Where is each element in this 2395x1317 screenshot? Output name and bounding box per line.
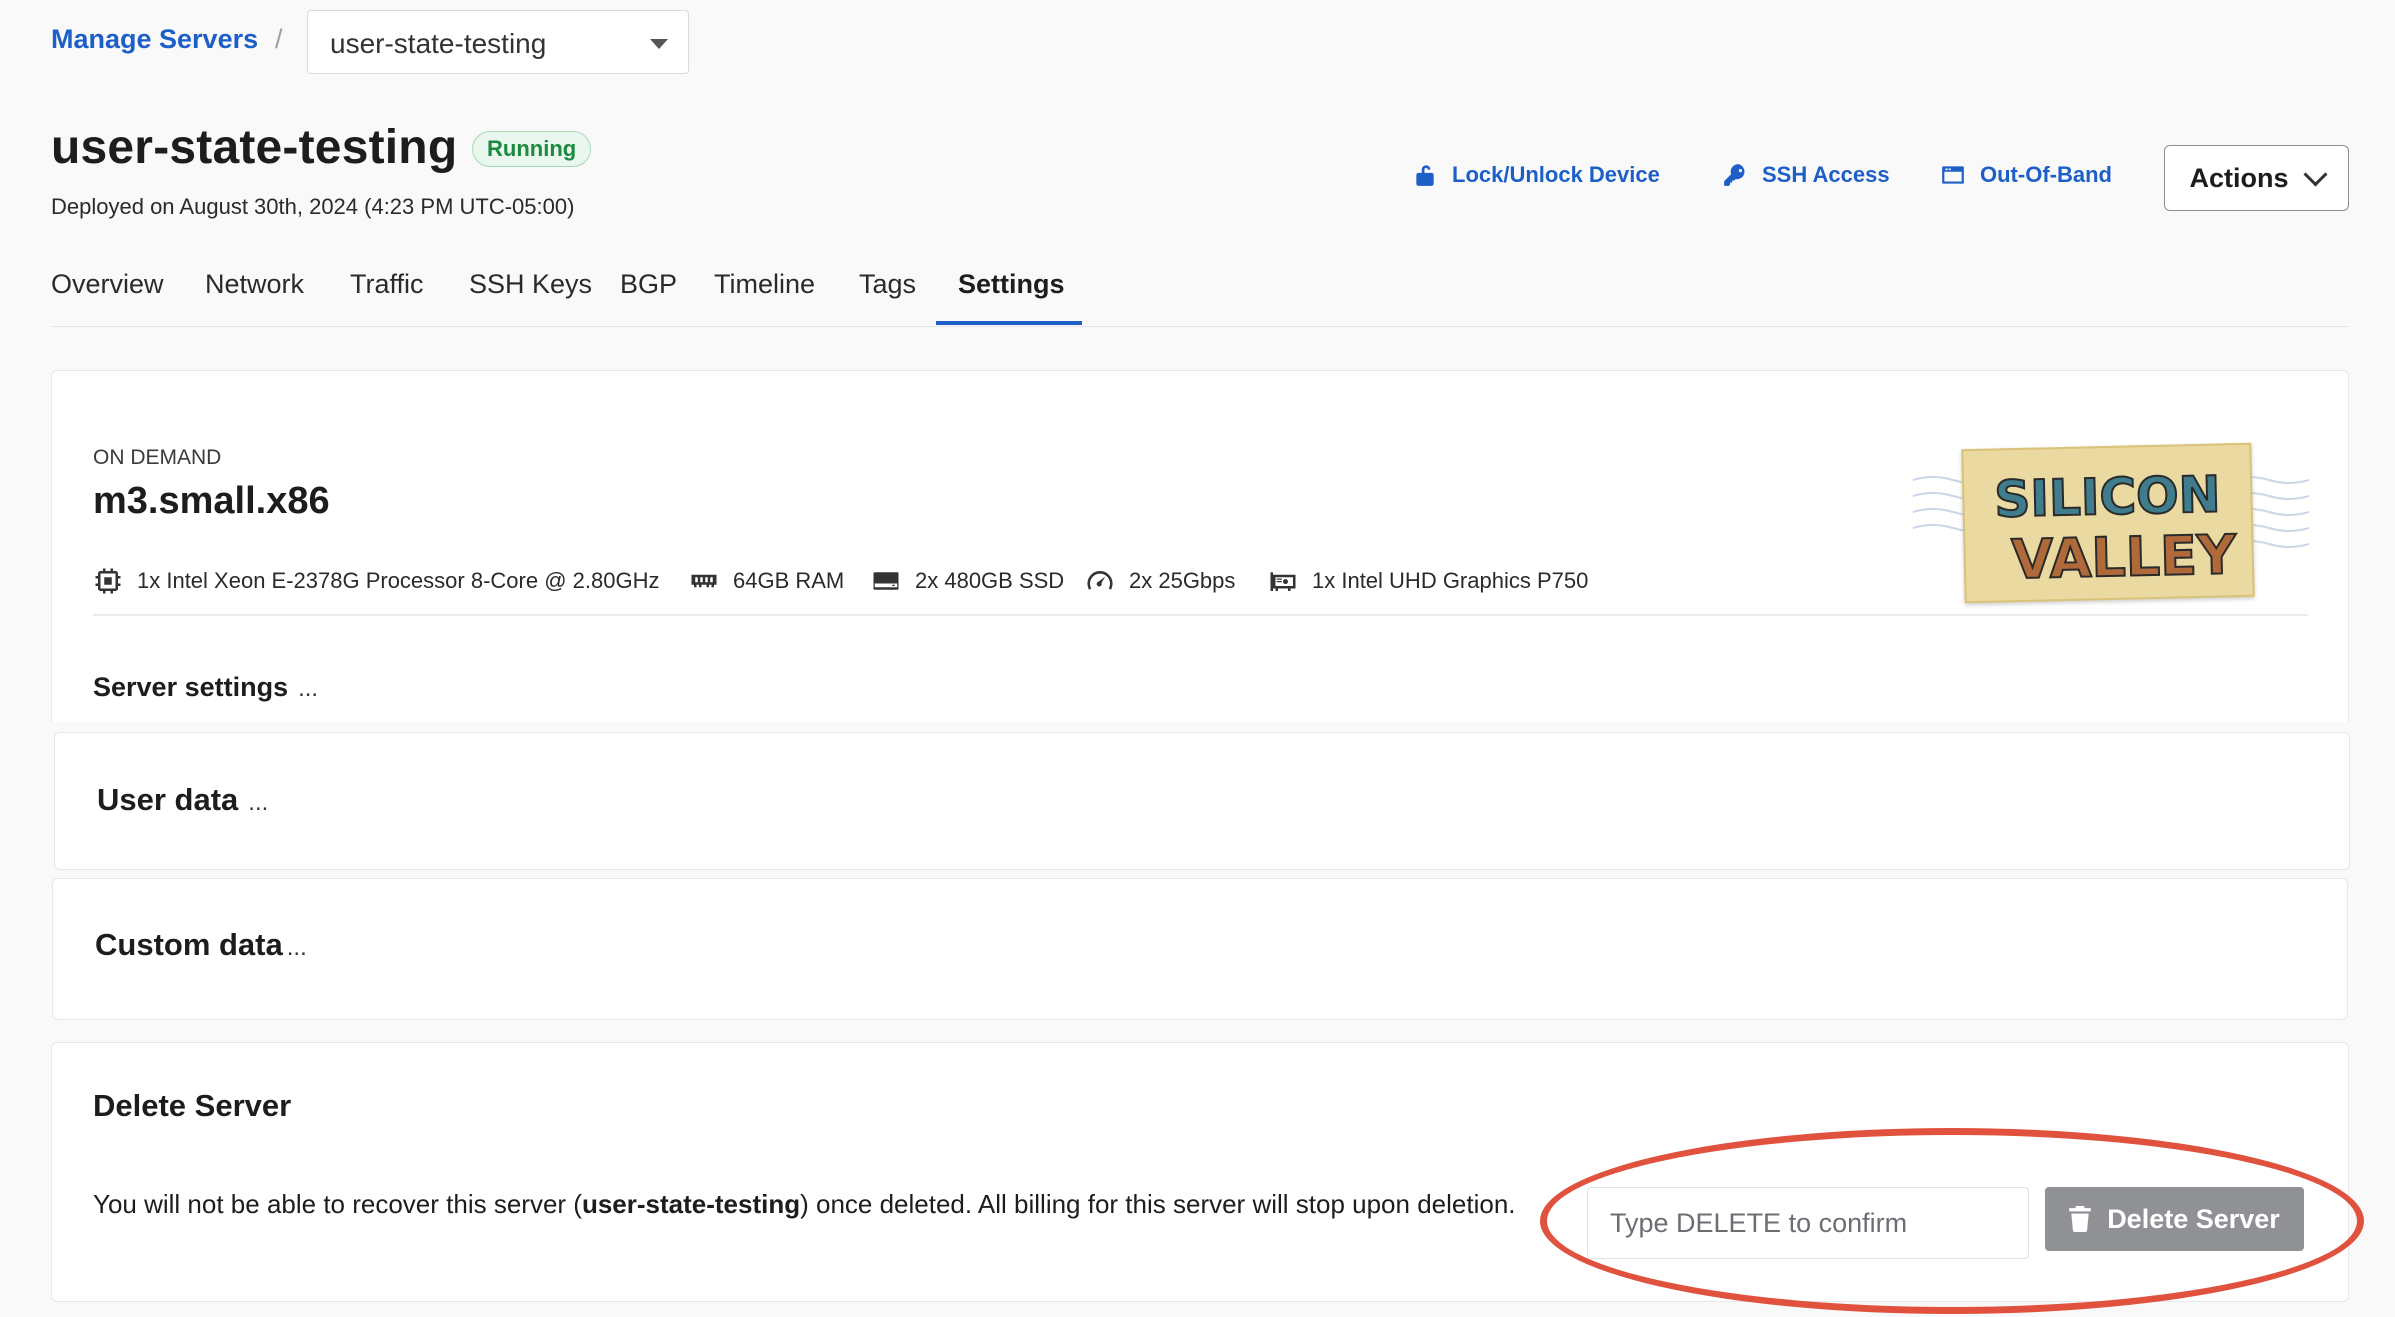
out-of-band-link[interactable]: Out-Of-Band: [1940, 162, 2112, 188]
plan-name: m3.small.x86: [93, 480, 330, 522]
custom-data-ellipsis: ...: [286, 934, 307, 961]
drive-icon: [873, 572, 899, 590]
manage-servers-link[interactable]: Manage Servers: [51, 24, 258, 55]
ssh-access-link[interactable]: SSH Access: [1722, 162, 1890, 188]
spec-gpu-label: 1x Intel UHD Graphics P750: [1312, 568, 1589, 593]
out-of-band-label: Out-Of-Band: [1980, 162, 2112, 187]
spec-ram-label: 64GB RAM: [733, 568, 845, 593]
page-title: user-state-testing: [51, 121, 458, 174]
active-tab-indicator: [936, 321, 1082, 325]
lock-unlock-label: Lock/Unlock Device: [1452, 162, 1660, 187]
server-settings-section[interactable]: Server settings...: [93, 672, 318, 703]
gpu-icon: [1270, 572, 1296, 591]
cpu-icon: [95, 568, 121, 594]
user-data-section[interactable]: User data...: [97, 782, 268, 818]
postcard-line2: VALLEY: [2011, 523, 2238, 591]
server-settings-title: Server settings: [93, 672, 289, 702]
window-icon: [1942, 166, 1964, 184]
tab-bar: Overview Network Traffic SSH Keys BGP Ti…: [51, 262, 2349, 327]
actions-label: Actions: [2189, 162, 2289, 193]
plan-type: ON DEMAND: [93, 446, 222, 469]
spec-gpu: 1x Intel UHD Graphics P750: [1268, 566, 1588, 596]
key-icon: [1724, 164, 1745, 186]
spec-cpu: 1x Intel Xeon E-2378G Processor 8-Core @…: [93, 566, 659, 596]
unlock-icon: [1416, 165, 1434, 186]
custom-data-card[interactable]: [52, 878, 2348, 1020]
status-badge: Running: [472, 131, 592, 167]
gauge-icon: [1087, 570, 1113, 590]
chevron-down-icon: [2302, 161, 2328, 187]
spec-network: 2x 25Gbps: [1085, 566, 1235, 596]
spec-cpu-label: 1x Intel Xeon E-2378G Processor 8-Core @…: [137, 568, 660, 593]
custom-data-title: Custom data: [95, 927, 283, 962]
actions-button[interactable]: Actions: [2164, 145, 2349, 211]
delete-desc-server: user-state-testing: [581, 1189, 801, 1219]
tab-network[interactable]: Network: [205, 269, 304, 300]
deployed-date: Deployed on August 30th, 2024 (4:23 PM U…: [51, 194, 575, 219]
annotation-ellipse: [1540, 1128, 2364, 1314]
tab-ssh-keys[interactable]: SSH Keys: [469, 269, 592, 300]
spec-storage: 2x 480GB SSD: [871, 566, 1064, 596]
caret-down-icon: [650, 39, 668, 49]
lock-unlock-link[interactable]: Lock/Unlock Device: [1412, 162, 1660, 188]
tab-tags[interactable]: Tags: [859, 269, 916, 300]
server-select[interactable]: user-state-testing: [307, 10, 689, 74]
breadcrumb-separator: /: [275, 24, 283, 54]
spec-storage-label: 2x 480GB SSD: [915, 568, 1065, 593]
postcard-line1: SILICON: [1994, 465, 2221, 528]
tab-bgp[interactable]: BGP: [620, 269, 677, 300]
server-select-value: user-state-testing: [330, 28, 547, 59]
ssh-access-label: SSH Access: [1762, 162, 1890, 187]
delete-desc-after: ) once deleted. All billing for this ser…: [800, 1189, 1516, 1219]
tab-overview[interactable]: Overview: [51, 269, 164, 300]
tab-traffic[interactable]: Traffic: [350, 269, 424, 300]
spec-network-label: 2x 25Gbps: [1129, 568, 1236, 593]
ram-icon: [691, 574, 717, 588]
user-data-card[interactable]: [54, 732, 2350, 870]
custom-data-section[interactable]: Custom data...: [95, 927, 307, 963]
postcard: SILICON VALLEY: [1961, 442, 2255, 604]
delete-description: You will not be able to recover this ser…: [93, 1186, 1523, 1222]
delete-desc-before: You will not be able to recover this ser…: [93, 1189, 582, 1219]
delete-server-title: Delete Server: [93, 1088, 292, 1123]
silicon-valley-art: SILICON VALLEY: [1993, 464, 2239, 592]
user-data-ellipsis: ...: [248, 789, 269, 816]
spec-ram: 64GB RAM: [689, 566, 844, 596]
server-settings-ellipsis: ...: [298, 675, 319, 702]
location-postcard: SILICON VALLEY: [1913, 440, 2309, 604]
user-data-title: User data: [97, 782, 239, 817]
tab-timeline[interactable]: Timeline: [714, 269, 815, 300]
tab-settings[interactable]: Settings: [958, 269, 1065, 300]
spec-divider: [93, 614, 2308, 616]
